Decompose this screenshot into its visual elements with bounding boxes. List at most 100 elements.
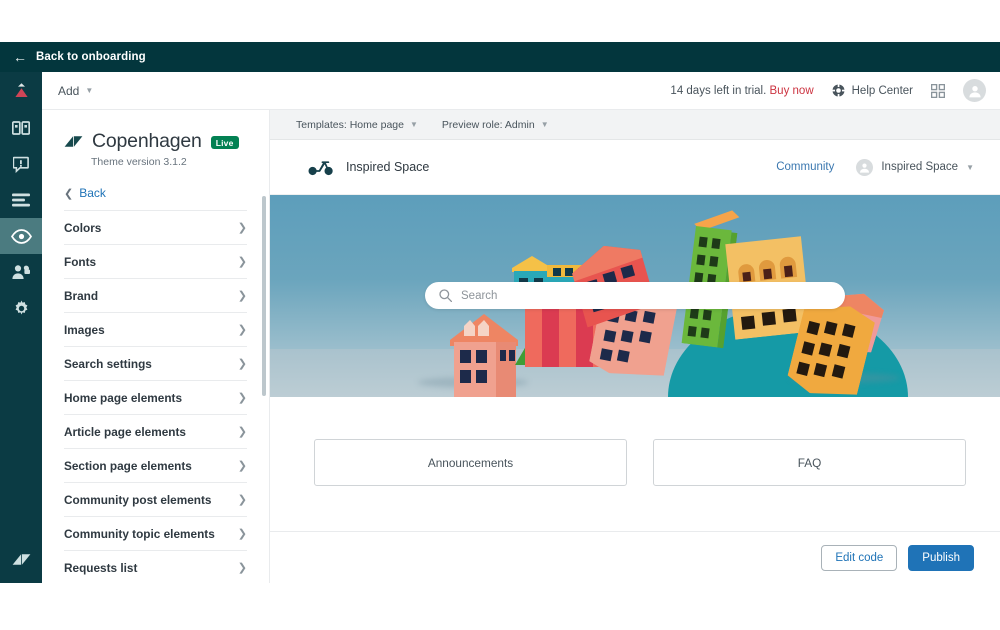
chevron-right-icon: ❯ xyxy=(237,324,247,336)
chevron-right-icon: ❯ xyxy=(237,528,247,540)
preview-role-dropdown[interactable]: Preview role: Admin ▼ xyxy=(442,119,549,131)
help-center-button[interactable]: Help Center xyxy=(831,84,913,97)
templates-dropdown[interactable]: Templates: Home page ▼ xyxy=(296,119,418,131)
zendesk-logo-bottom xyxy=(0,541,42,577)
setting-label: Section page elements xyxy=(64,458,192,473)
setting-label: Community topic elements xyxy=(64,526,215,541)
preview-toolbar: Templates: Home page ▼ Preview role: Adm… xyxy=(270,110,1000,140)
chevron-down-icon: ▼ xyxy=(540,120,549,129)
help-center-user-name: Inspired Space xyxy=(881,161,959,173)
announcement-icon xyxy=(12,156,29,173)
publish-button[interactable]: Publish xyxy=(908,544,974,571)
building-pink-house xyxy=(448,310,520,397)
sidebar-item-settings[interactable] xyxy=(0,290,42,326)
setting-row-community-post-elements[interactable]: Community post elements ❯ xyxy=(64,482,247,516)
user-avatar-icon xyxy=(968,85,981,97)
chevron-right-icon: ❯ xyxy=(237,426,247,438)
block-announcements[interactable]: Announcements xyxy=(314,439,627,486)
footer-action-bar: Edit code Publish xyxy=(270,531,1000,583)
add-button[interactable]: Add ▼ xyxy=(58,84,93,98)
product-topbar: Add ▼ 14 days left in trial. Buy now Hel… xyxy=(42,72,1000,110)
search-bar[interactable]: Search xyxy=(425,282,845,309)
setting-label: Fonts xyxy=(64,254,97,269)
setting-row-search-settings[interactable]: Search settings ❯ xyxy=(64,346,247,380)
panel-header: Copenhagen Live Theme version 3.1.2 ❮ Ba… xyxy=(42,110,269,200)
chevron-right-icon: ❯ xyxy=(237,290,247,302)
help-center-brand-name: Inspired Space xyxy=(346,160,430,174)
preview-scrollbar[interactable] xyxy=(262,196,266,396)
search-input[interactable]: Search xyxy=(461,290,497,302)
setting-row-colors[interactable]: Colors ❯ xyxy=(64,210,247,244)
trial-status: 14 days left in trial. Buy now xyxy=(670,85,813,97)
chevron-down-icon: ▼ xyxy=(85,86,94,95)
sidebar-item-customize-design[interactable] xyxy=(0,218,42,254)
setting-label: Search settings xyxy=(64,356,152,371)
content-blocks-icon xyxy=(12,193,30,207)
lifebuoy-icon xyxy=(831,84,845,97)
left-nav-rail xyxy=(0,72,42,583)
help-center-brand[interactable]: Inspired Space xyxy=(308,158,429,176)
help-center-user-menu[interactable]: Inspired Space ▼ xyxy=(856,158,974,176)
chevron-right-icon: ❯ xyxy=(237,222,247,234)
sidebar-item-user-permissions[interactable] xyxy=(0,254,42,290)
back-to-onboarding-link[interactable]: Back to onboarding xyxy=(36,51,146,63)
chevron-down-icon: ▼ xyxy=(409,120,418,129)
panel-back-label: Back xyxy=(79,186,106,200)
setting-label: Colors xyxy=(64,220,102,235)
panel-back-link[interactable]: ❮ Back xyxy=(64,186,251,200)
preview-role-dropdown-label: Preview role: Admin xyxy=(441,118,535,131)
topbar-right-group: 14 days left in trial. Buy now Help Cent… xyxy=(670,79,986,102)
setting-row-requests-list[interactable]: Requests list ❯ xyxy=(64,550,247,583)
sidebar-item-content-blocks[interactable] xyxy=(0,182,42,218)
sidebar-item-guide-logo[interactable] xyxy=(0,72,42,110)
setting-row-home-page-elements[interactable]: Home page elements ❯ xyxy=(64,380,247,414)
setting-label: Brand xyxy=(64,288,99,303)
grid-apps-icon xyxy=(931,83,945,98)
nav-link-community[interactable]: Community xyxy=(776,161,834,173)
help-center-header: Inspired Space Community Inspired Space … xyxy=(270,140,1000,195)
sidebar-item-knowledge-base[interactable] xyxy=(0,110,42,146)
chevron-right-icon: ❯ xyxy=(237,358,247,370)
chevron-right-icon: ❯ xyxy=(237,562,247,574)
trial-text: 14 days left in trial. xyxy=(670,84,767,97)
sidebar-item-announcements[interactable] xyxy=(0,146,42,182)
hero-banner: Search xyxy=(270,195,1000,397)
eye-icon xyxy=(10,228,32,244)
setting-label: Requests list xyxy=(64,560,138,575)
block-faq[interactable]: FAQ xyxy=(653,439,966,486)
app-root: ← Back to onboarding Add ▼ 14 days left … xyxy=(0,0,1000,630)
knowledge-base-icon xyxy=(12,121,30,135)
papercraft-building xyxy=(450,314,518,397)
setting-row-brand[interactable]: Brand ❯ xyxy=(64,278,247,312)
user-avatar-glyph xyxy=(860,163,870,173)
gear-icon xyxy=(15,300,27,314)
edit-code-button[interactable]: Edit code xyxy=(821,544,898,571)
arrow-left-icon: ← xyxy=(13,49,27,65)
setting-row-article-page-elements[interactable]: Article page elements ❯ xyxy=(64,414,247,448)
setting-row-fonts[interactable]: Fonts ❯ xyxy=(64,244,247,278)
home-page-blocks: Announcements FAQ xyxy=(270,397,1000,486)
buy-now-link[interactable]: Buy now xyxy=(770,85,814,97)
theme-version: Theme version 3.1.2 xyxy=(91,156,187,168)
setting-row-section-page-elements[interactable]: Section page elements ❯ xyxy=(64,448,247,482)
setting-label: Home page elements xyxy=(64,390,183,405)
user-avatar-button[interactable] xyxy=(963,79,986,102)
theme-title-row: Copenhagen Live xyxy=(64,130,251,153)
apps-grid-button[interactable] xyxy=(931,83,945,98)
zendesk-logo-icon xyxy=(12,553,30,565)
bicycle-icon xyxy=(308,161,333,176)
add-button-label: Add xyxy=(58,83,80,98)
setting-label: Article page elements xyxy=(64,424,186,439)
theme-name: Copenhagen xyxy=(92,130,202,152)
chevron-right-icon: ❯ xyxy=(237,392,247,404)
setting-row-images[interactable]: Images ❯ xyxy=(64,312,247,346)
theme-preview: Templates: Home page ▼ Preview role: Adm… xyxy=(270,110,1000,583)
templates-dropdown-label: Templates: Home page xyxy=(296,118,404,131)
chevron-down-icon: ▼ xyxy=(966,162,974,172)
user-avatar-icon xyxy=(856,158,874,176)
theme-settings-panel: Copenhagen Live Theme version 3.1.2 ❮ Ba… xyxy=(42,110,270,583)
help-center-label: Help Center xyxy=(851,84,913,97)
setting-row-community-topic-elements[interactable]: Community topic elements ❯ xyxy=(64,516,247,550)
chevron-right-icon: ❯ xyxy=(237,460,247,472)
chevron-right-icon: ❯ xyxy=(237,256,247,268)
